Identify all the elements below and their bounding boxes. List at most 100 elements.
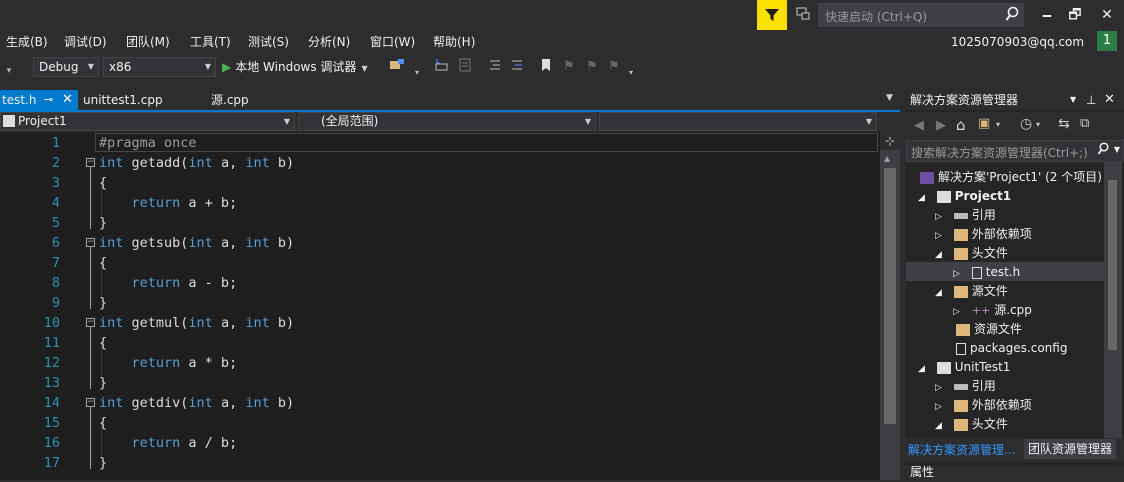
expanded-icon[interactable]: ◢ bbox=[935, 250, 942, 260]
tab-unittest1-cpp[interactable]: unittest1.cpp bbox=[83, 90, 163, 110]
config-select[interactable]: Debug ▼ bbox=[33, 57, 99, 77]
comment-icon[interactable] bbox=[486, 58, 504, 76]
menu-team[interactable]: 团队(M) bbox=[126, 30, 170, 54]
bookmark-list-icon[interactable] bbox=[456, 58, 474, 76]
editor-scrollbar[interactable] bbox=[880, 132, 900, 480]
collapsed-icon[interactable]: ▷ bbox=[935, 402, 942, 412]
expanded-icon[interactable]: ◢ bbox=[935, 288, 942, 298]
tree-item-references[interactable]: ▷ 引用 bbox=[935, 206, 996, 225]
platform-select[interactable]: x86 ▼ bbox=[103, 57, 216, 77]
chevron-down-icon[interactable]: ▾ bbox=[408, 64, 426, 82]
tree-item-project1[interactable]: ◢ Project1 bbox=[918, 187, 1011, 206]
tree-item-packages-config[interactable]: packages.config bbox=[956, 339, 1067, 358]
collapse-icon[interactable]: − bbox=[86, 318, 95, 327]
menu-tools[interactable]: 工具(T) bbox=[190, 30, 231, 54]
project-select[interactable]: Project1 ▼ bbox=[0, 112, 295, 131]
forward-icon[interactable]: ▶ bbox=[936, 118, 946, 133]
pin-icon[interactable]: ⊸ bbox=[44, 90, 53, 110]
collapse-icon[interactable]: − bbox=[86, 238, 95, 247]
uncomment-icon[interactable] bbox=[508, 58, 526, 76]
filter-icon[interactable] bbox=[757, 0, 787, 30]
feedback-icon[interactable] bbox=[795, 6, 813, 24]
tree-item-references[interactable]: ▷ 引用 bbox=[935, 377, 996, 396]
tree-item-resource-files[interactable]: 资源文件 bbox=[956, 320, 1022, 339]
account-email[interactable]: 1025070903@qq.com bbox=[951, 30, 1084, 54]
search-icon[interactable] bbox=[1097, 142, 1109, 159]
solution-search-input[interactable]: 搜索解决方案资源管理器(Ctrl+;) ▼ bbox=[906, 140, 1124, 162]
collapsed-icon[interactable]: ▷ bbox=[935, 212, 942, 222]
scroll-up-icon[interactable]: ▲ bbox=[884, 154, 890, 163]
pin-icon[interactable]: ⊥ bbox=[1086, 90, 1096, 110]
back-icon[interactable]: ◀ bbox=[914, 118, 924, 133]
bookmark-icon[interactable] bbox=[537, 58, 555, 76]
tab-source-cpp[interactable]: 源.cpp bbox=[211, 90, 249, 110]
scrollbar-thumb[interactable] bbox=[884, 168, 896, 424]
step-icon[interactable] bbox=[432, 58, 450, 76]
solution-explorer-scrollbar[interactable] bbox=[1104, 162, 1122, 438]
close-window-button[interactable]: ✕ bbox=[1090, 0, 1124, 30]
member-select[interactable]: ▼ bbox=[599, 112, 877, 131]
notification-badge[interactable]: 1 bbox=[1097, 31, 1117, 51]
split-icon[interactable]: ⊹ bbox=[880, 132, 900, 150]
menu-analyze[interactable]: 分析(N) bbox=[308, 30, 350, 54]
chevron-down-icon[interactable]: ▾ bbox=[622, 64, 640, 82]
close-icon[interactable]: ✕ bbox=[62, 90, 73, 110]
collapse-all-icon[interactable]: ⧉ bbox=[1080, 116, 1089, 131]
scrollbar-thumb[interactable] bbox=[1108, 180, 1117, 350]
chevron-down-icon[interactable]: ▾ bbox=[996, 120, 1000, 129]
menu-debug[interactable]: 调试(D) bbox=[64, 30, 107, 54]
expanded-icon[interactable]: ◢ bbox=[918, 193, 925, 203]
scope-select[interactable]: (全局范围) ▼ bbox=[298, 112, 596, 131]
chevron-down-icon: ▼ bbox=[283, 117, 290, 126]
tree-item-source-files[interactable]: ◢ 源文件 bbox=[935, 282, 1008, 301]
collapse-icon[interactable]: − bbox=[86, 398, 95, 407]
collapsed-icon[interactable]: ▷ bbox=[953, 307, 960, 317]
tab-team-explorer[interactable]: 团队资源管理器 bbox=[1024, 439, 1117, 459]
folder-icon bbox=[953, 418, 968, 431]
start-debugging-button[interactable]: ▶ 本地 Windows 调试器 ▼ bbox=[222, 57, 368, 77]
search-icon[interactable] bbox=[1005, 6, 1019, 26]
chevron-down-icon[interactable]: ▾ bbox=[1036, 120, 1040, 129]
chevron-down-icon: ▼ bbox=[361, 64, 368, 73]
prev-bookmark-icon[interactable]: ⚑ bbox=[560, 58, 578, 76]
collapsed-icon[interactable]: ▷ bbox=[935, 231, 942, 241]
code-editor[interactable] bbox=[0, 132, 880, 480]
switch-views-icon[interactable]: ▣ bbox=[978, 116, 990, 131]
line-number: 17 bbox=[43, 455, 60, 471]
tree-item-external-deps[interactable]: ▷ 外部依赖项 bbox=[935, 396, 1032, 415]
sync-icon[interactable]: ⇆ bbox=[1058, 116, 1070, 132]
tree-item-unittest1[interactable]: ◢ UnitTest1 bbox=[918, 358, 1010, 377]
quick-launch-input[interactable]: 快速启动 (Ctrl+Q) bbox=[818, 3, 1024, 27]
menu-test[interactable]: 测试(S) bbox=[248, 30, 289, 54]
line-number: 2 bbox=[51, 155, 60, 171]
restore-button[interactable]: 🗗 bbox=[1058, 0, 1092, 30]
scope-value: (全局范围) bbox=[321, 114, 379, 128]
tree-item-test-h[interactable]: ▷ test.h bbox=[953, 263, 1020, 282]
chevron-down-icon[interactable]: ▼ bbox=[1070, 90, 1076, 110]
clear-bookmarks-icon[interactable]: ⚑ bbox=[605, 58, 623, 76]
tree-item-source-cpp[interactable]: ▷ ++ 源.cpp bbox=[953, 301, 1032, 320]
pending-changes-icon[interactable]: ◷ bbox=[1020, 116, 1032, 132]
tree-item-header-files[interactable]: ◢ 头文件 bbox=[935, 244, 1008, 263]
tab-solution-explorer[interactable]: 解决方案资源管理... bbox=[908, 440, 1015, 460]
expanded-icon[interactable]: ◢ bbox=[935, 421, 942, 431]
home-icon[interactable]: ⌂ bbox=[956, 116, 966, 134]
collapsed-icon[interactable]: ▷ bbox=[953, 269, 960, 279]
menu-help[interactable]: 帮助(H) bbox=[433, 30, 475, 54]
tab-dropdown-icon[interactable]: ▼ bbox=[886, 93, 893, 103]
solution-explorer-toolbar: ◀ ▶ ⌂ ▣ ▾ ◷ ▾ ⇆ ⧉ bbox=[906, 112, 1124, 140]
menu-build[interactable]: 生成(B) bbox=[6, 30, 48, 54]
attach-icon[interactable] bbox=[388, 58, 406, 76]
fold-line bbox=[90, 167, 91, 229]
toolbar-overflow-icon[interactable]: ▾ bbox=[0, 62, 18, 80]
chevron-down-icon[interactable]: ▼ bbox=[1114, 145, 1120, 154]
next-bookmark-icon[interactable]: ⚑ bbox=[583, 58, 601, 76]
tree-item-external-deps[interactable]: ▷ 外部依赖项 bbox=[935, 225, 1032, 244]
collapse-icon[interactable]: − bbox=[86, 158, 95, 167]
close-icon[interactable]: ✕ bbox=[1104, 90, 1115, 110]
collapsed-icon[interactable]: ▷ bbox=[935, 383, 942, 393]
menu-window[interactable]: 窗口(W) bbox=[370, 30, 415, 54]
tree-item-header-files[interactable]: ◢ 头文件 bbox=[935, 415, 1008, 434]
expanded-icon[interactable]: ◢ bbox=[918, 364, 925, 374]
tree-item-solution[interactable]: 解决方案'Project1' (2 个项目) bbox=[920, 168, 1102, 187]
